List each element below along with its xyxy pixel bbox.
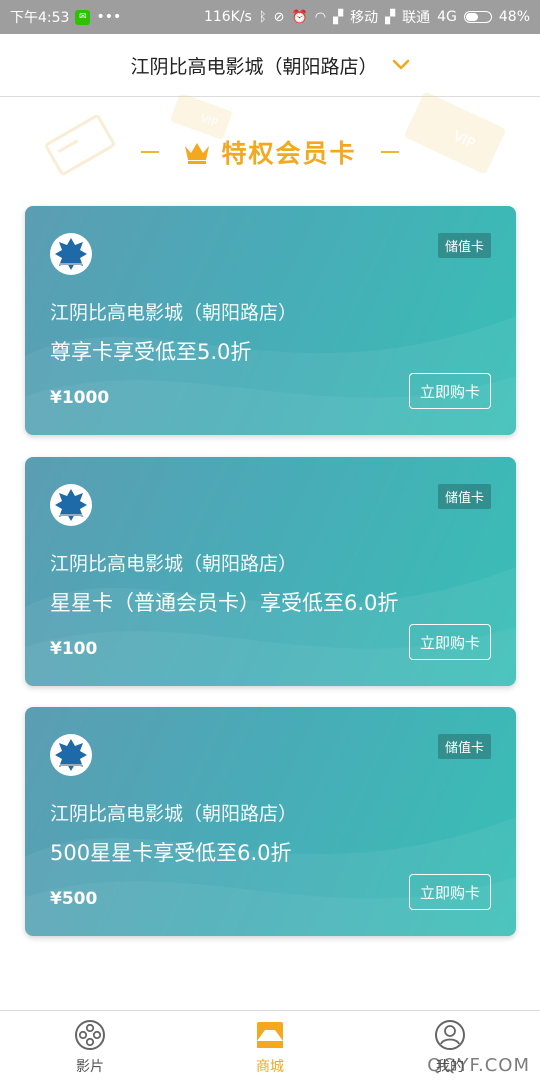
bigao-logo-icon xyxy=(55,238,87,270)
card-price: ¥1000 xyxy=(50,388,110,408)
alarm-icon: ⏰ xyxy=(291,9,308,25)
user-icon xyxy=(435,1020,465,1050)
network-type: 4G xyxy=(437,9,457,25)
network-speed: 116K/s xyxy=(203,9,252,25)
section-label: 特权会员卡 xyxy=(221,139,357,168)
card-price: ¥500 xyxy=(50,889,98,909)
member-card[interactable]: 储值卡 江阴比高电影城（朝阳路店） 星星卡（普通会员卡）享受低至6.0折 ¥10… xyxy=(25,457,516,686)
bigao-logo-icon xyxy=(55,739,87,771)
card-cinema-name: 江阴比高电影城（朝阳路店） xyxy=(50,302,298,324)
signal-icon: ▞ xyxy=(385,9,396,25)
card-type-badge: 储值卡 xyxy=(437,734,491,759)
card-cinema-name: 江阴比高电影城（朝阳路店） xyxy=(50,553,298,575)
store-icon xyxy=(257,1022,283,1048)
wifi-icon: ◠ xyxy=(314,9,327,25)
carrier-1: 移动 xyxy=(350,10,379,26)
carrier-2: 联通 xyxy=(402,10,431,26)
card-cinema-name: 江阴比高电影城（朝阳路店） xyxy=(50,803,298,825)
nav-item-store[interactable]: 商城 xyxy=(180,1011,360,1081)
status-more: ••• xyxy=(96,9,122,25)
nav-item-movies[interactable]: 影片 xyxy=(0,1011,180,1081)
cinema-logo xyxy=(50,734,92,776)
status-left: 下午4:53 ✉ ••• xyxy=(10,7,121,27)
title-divider-left xyxy=(141,151,160,153)
buy-card-button[interactable]: 立即购卡 xyxy=(409,874,491,910)
bluetooth-icon: ᛒ xyxy=(258,9,267,25)
cinema-logo xyxy=(50,484,92,526)
watermark: QQYF.COM xyxy=(427,1055,530,1076)
card-description: 星星卡（普通会员卡）享受低至6.0折 xyxy=(50,591,399,615)
buy-card-button[interactable]: 立即购卡 xyxy=(409,624,491,660)
mute-icon: ⊘ xyxy=(273,9,285,25)
signal-icon: ▞ xyxy=(333,9,344,25)
status-bar: 下午4:53 ✉ ••• 116K/s ᛒ ⊘ ⏰ ◠ ▞ 移动 ▞ 联通 4G… xyxy=(0,0,540,34)
chevron-down-icon xyxy=(392,59,409,70)
battery-level: 48% xyxy=(498,9,530,25)
card-type-badge: 储值卡 xyxy=(437,233,491,258)
bigao-logo-icon xyxy=(55,489,87,521)
cinema-title: 江阴比高电影城（朝阳路店） xyxy=(130,55,378,78)
crown-icon xyxy=(185,143,210,164)
status-time: 下午4:53 xyxy=(10,10,70,26)
status-right: 116K/s ᛒ ⊘ ⏰ ◠ ▞ 移动 ▞ 联通 4G 48% xyxy=(204,7,530,27)
cinema-logo xyxy=(50,233,92,275)
nav-label: 影片 xyxy=(76,1059,104,1075)
title-divider-right xyxy=(380,151,399,153)
card-type-badge: 储值卡 xyxy=(437,484,491,509)
battery-icon xyxy=(463,11,492,23)
section-title: 特权会员卡 xyxy=(0,132,540,172)
member-card[interactable]: 储值卡 江阴比高电影城（朝阳路店） 尊享卡享受低至5.0折 ¥1000 立即购卡 xyxy=(25,206,516,435)
card-description: 500星星卡享受低至6.0折 xyxy=(50,841,292,865)
buy-card-button[interactable]: 立即购卡 xyxy=(409,373,491,409)
card-price: ¥100 xyxy=(50,639,98,659)
member-card[interactable]: 储值卡 江阴比高电影城（朝阳路店） 500星星卡享受低至6.0折 ¥500 立即… xyxy=(25,707,516,936)
film-reel-icon xyxy=(75,1020,105,1050)
wechat-icon: ✉ xyxy=(75,9,91,25)
card-description: 尊享卡享受低至5.0折 xyxy=(50,340,252,364)
nav-label: 商城 xyxy=(256,1059,284,1075)
